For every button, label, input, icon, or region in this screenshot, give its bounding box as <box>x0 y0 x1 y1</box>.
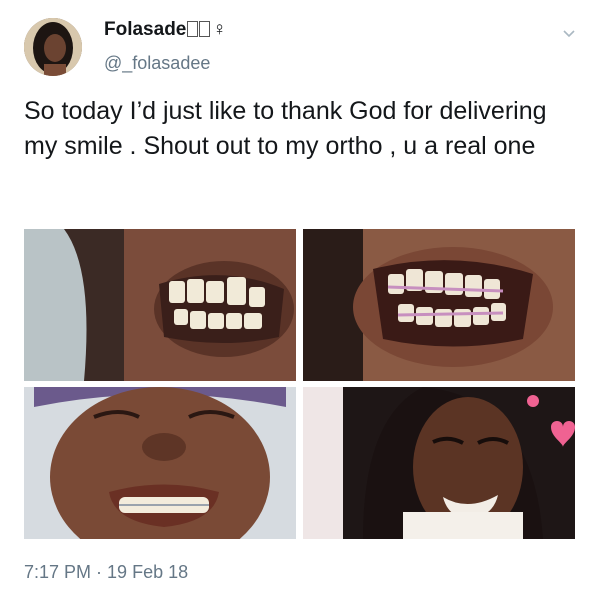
avatar-image <box>24 18 82 76</box>
display-name-text: Folasade <box>104 19 187 40</box>
display-name[interactable]: Folasade ♀ <box>104 19 227 41</box>
photo-3[interactable] <box>24 387 296 539</box>
flag-emoji-icon <box>199 21 211 37</box>
female-sign-icon: ♀ <box>212 19 227 40</box>
photo-4[interactable] <box>303 387 575 539</box>
tweet-timestamp[interactable]: 7:17 PM · 19 Feb 18 <box>24 562 188 583</box>
user-handle[interactable]: @_folasadee <box>104 53 210 74</box>
timestamp-separator: · <box>91 562 108 582</box>
avatar[interactable] <box>24 18 82 76</box>
tweet-time: 7:17 PM <box>24 562 92 582</box>
tweet-date: 19 Feb 18 <box>107 562 189 582</box>
chevron-down-icon[interactable] <box>562 26 576 40</box>
photo-1[interactable] <box>24 229 296 381</box>
tweet-text: So today I’d just like to thank God for … <box>24 97 547 160</box>
photo-2[interactable] <box>303 229 575 381</box>
flag-emoji-icon <box>187 21 199 37</box>
media-grid <box>24 229 575 539</box>
